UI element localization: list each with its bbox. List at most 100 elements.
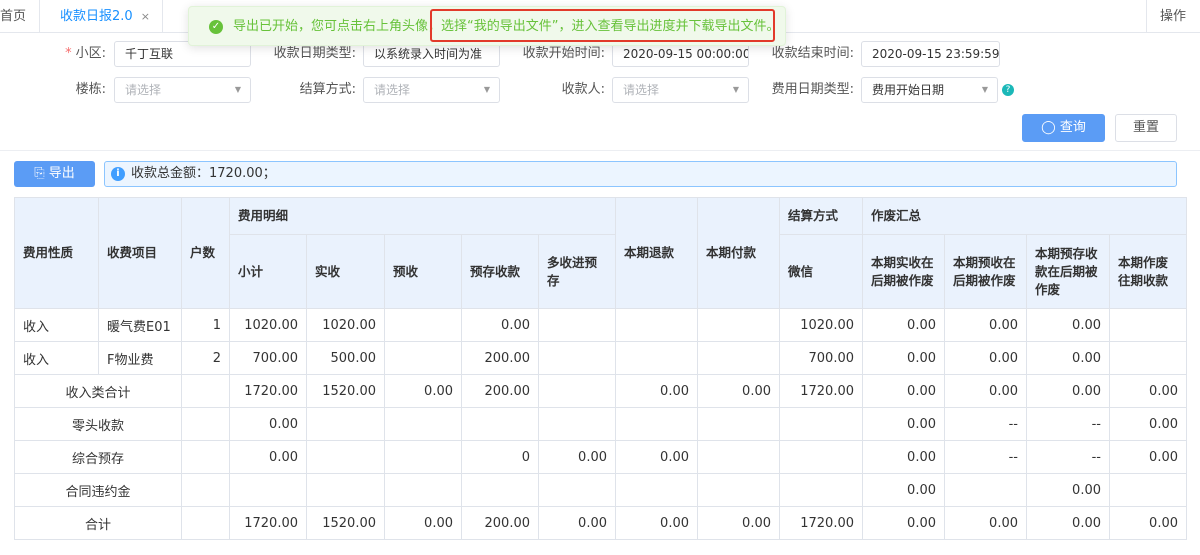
table-cell bbox=[306, 440, 385, 474]
table-cell bbox=[229, 473, 307, 507]
settle-method-select[interactable]: 请选择 ▼ bbox=[363, 77, 500, 103]
summary-text: 收款总金额：1720.00； bbox=[131, 166, 276, 181]
header-void-received: 本期实收在后期被作废 bbox=[862, 234, 945, 309]
table-cell: -- bbox=[1026, 440, 1110, 474]
table-cell bbox=[779, 440, 863, 474]
table-cell bbox=[779, 473, 863, 507]
table-cell bbox=[384, 308, 462, 342]
table-cell: 1520.00 bbox=[306, 374, 385, 408]
table-cell bbox=[615, 407, 698, 441]
payee-select[interactable]: 请选择 ▼ bbox=[612, 77, 749, 103]
table-cell: 200.00 bbox=[461, 506, 539, 540]
table-cell: 200.00 bbox=[461, 341, 539, 375]
table-cell bbox=[944, 473, 1027, 507]
table-cell: 0.00 bbox=[862, 407, 945, 441]
table-cell bbox=[181, 440, 230, 474]
table-cell: 0.00 bbox=[538, 440, 616, 474]
chevron-down-icon: ▼ bbox=[483, 85, 490, 94]
table-cell: 0.00 bbox=[384, 374, 462, 408]
settle-method-placeholder: 请选择 bbox=[374, 83, 411, 97]
table-cell bbox=[461, 407, 539, 441]
close-icon[interactable]: × bbox=[141, 10, 150, 23]
query-button[interactable]: ◯ 查询 bbox=[1022, 114, 1105, 142]
table-cell: 700.00 bbox=[779, 341, 863, 375]
table-cell: 0.00 bbox=[1026, 506, 1110, 540]
summary-label: 合计 bbox=[14, 506, 182, 540]
table-cell: F物业费 bbox=[98, 341, 182, 375]
header-wechat: 微信 bbox=[779, 234, 863, 309]
search-icon: ◯ bbox=[1041, 120, 1056, 135]
settle-method-label: 结算方式: bbox=[299, 82, 356, 97]
table-cell: 0 bbox=[461, 440, 539, 474]
header-void-prestore: 本期预存收款在后期被作废 bbox=[1026, 234, 1110, 309]
header-void-prepaid: 本期预收在后期被作废 bbox=[944, 234, 1027, 309]
table-cell: 0.00 bbox=[615, 440, 698, 474]
table-cell: 暖气费E01 bbox=[98, 308, 182, 342]
summary-alert: i 收款总金额：1720.00； bbox=[104, 161, 1177, 187]
table-cell: 0.00 bbox=[1026, 308, 1110, 342]
community-label: * 小区: bbox=[65, 46, 106, 61]
summary-label: 收入类合计 bbox=[14, 374, 182, 408]
table-cell: 0.00 bbox=[862, 308, 945, 342]
header-void-summary: 作废汇总 bbox=[862, 197, 1187, 235]
table-cell bbox=[538, 473, 616, 507]
table-cell bbox=[181, 374, 230, 408]
table-cell bbox=[779, 407, 863, 441]
table-cell: 0.00 bbox=[862, 506, 945, 540]
chevron-down-icon: ▼ bbox=[981, 85, 988, 94]
help-icon[interactable]: ? bbox=[1002, 84, 1014, 96]
building-select[interactable]: 请选择 ▼ bbox=[114, 77, 251, 103]
table-cell: -- bbox=[944, 407, 1027, 441]
tab-home[interactable]: 首页 bbox=[0, 0, 40, 33]
header-payment: 本期付款 bbox=[697, 197, 780, 309]
toast-message-prefix: 导出已开始，您可点击右上角头像， bbox=[233, 19, 442, 34]
check-circle-icon: ✓ bbox=[209, 20, 223, 34]
table-cell: 0.00 bbox=[1026, 473, 1110, 507]
table-cell: 0.00 bbox=[1026, 341, 1110, 375]
export-button-label: 导出 bbox=[48, 166, 75, 181]
table-cell bbox=[181, 506, 230, 540]
table-cell: 0.00 bbox=[944, 506, 1027, 540]
total-row: 合计 1720.00 1520.00 0.00 200.00 0.00 0.00… bbox=[14, 506, 1187, 540]
table-cell bbox=[697, 341, 780, 375]
summary-row: 零头收款 0.00 0.00 -- -- 0.00 bbox=[14, 407, 1187, 441]
header-households: 户数 bbox=[181, 197, 230, 309]
table-cell: 0.00 bbox=[615, 374, 698, 408]
end-time-input[interactable]: 2020-09-15 23:59:59 bbox=[861, 41, 1000, 67]
table-row: 收入 F物业费 2 700.00 500.00 200.00 700.00 0.… bbox=[14, 341, 1187, 375]
table-cell bbox=[181, 473, 230, 507]
table-cell bbox=[538, 308, 616, 342]
tab-daily-report[interactable]: 收款日报2.0 × bbox=[41, 0, 163, 33]
table-cell bbox=[384, 473, 462, 507]
fee-date-type-select[interactable]: 费用开始日期 ▼ bbox=[861, 77, 998, 103]
table-cell bbox=[384, 440, 462, 474]
table-cell bbox=[384, 341, 462, 375]
chevron-down-icon: ▼ bbox=[234, 85, 241, 94]
table-cell: 0.00 bbox=[862, 374, 945, 408]
export-button[interactable]: ⎘ 导出 bbox=[14, 161, 95, 187]
tab-operations[interactable]: 操作 bbox=[1146, 0, 1200, 33]
table-cell: 0.00 bbox=[229, 407, 307, 441]
header-prestore: 预存收款 bbox=[461, 234, 539, 309]
header-void-past: 本期作废往期收款 bbox=[1109, 234, 1187, 309]
table-cell: 0.00 bbox=[1109, 374, 1187, 408]
table-cell bbox=[538, 341, 616, 375]
table-cell: 收入 bbox=[14, 341, 99, 375]
table-cell: 0.00 bbox=[1026, 374, 1110, 408]
table-cell: 0.00 bbox=[944, 374, 1027, 408]
reset-button[interactable]: 重置 bbox=[1115, 114, 1177, 142]
divider bbox=[0, 150, 1200, 151]
report-table: 费用性质 收费项目 户数 费用明细 本期退款 本期付款 结算方式 作废汇总 小计… bbox=[14, 197, 1187, 540]
table-cell bbox=[697, 440, 780, 474]
table-cell: 0.00 bbox=[538, 506, 616, 540]
table-cell: 0.00 bbox=[944, 308, 1027, 342]
table-cell: 1720.00 bbox=[779, 506, 863, 540]
header-fee-detail: 费用明细 bbox=[229, 197, 616, 235]
table-cell bbox=[384, 407, 462, 441]
summary-label: 综合预存 bbox=[14, 440, 182, 474]
table-cell: 0.00 bbox=[862, 440, 945, 474]
summary-row: 收入类合计 1720.00 1520.00 0.00 200.00 0.00 0… bbox=[14, 374, 1187, 408]
summary-row: 合同违约金 0.00 0.00 bbox=[14, 473, 1187, 507]
table-row: 收入 暖气费E01 1 1020.00 1020.00 0.00 1020.00… bbox=[14, 308, 1187, 342]
query-button-label: 查询 bbox=[1059, 120, 1086, 135]
